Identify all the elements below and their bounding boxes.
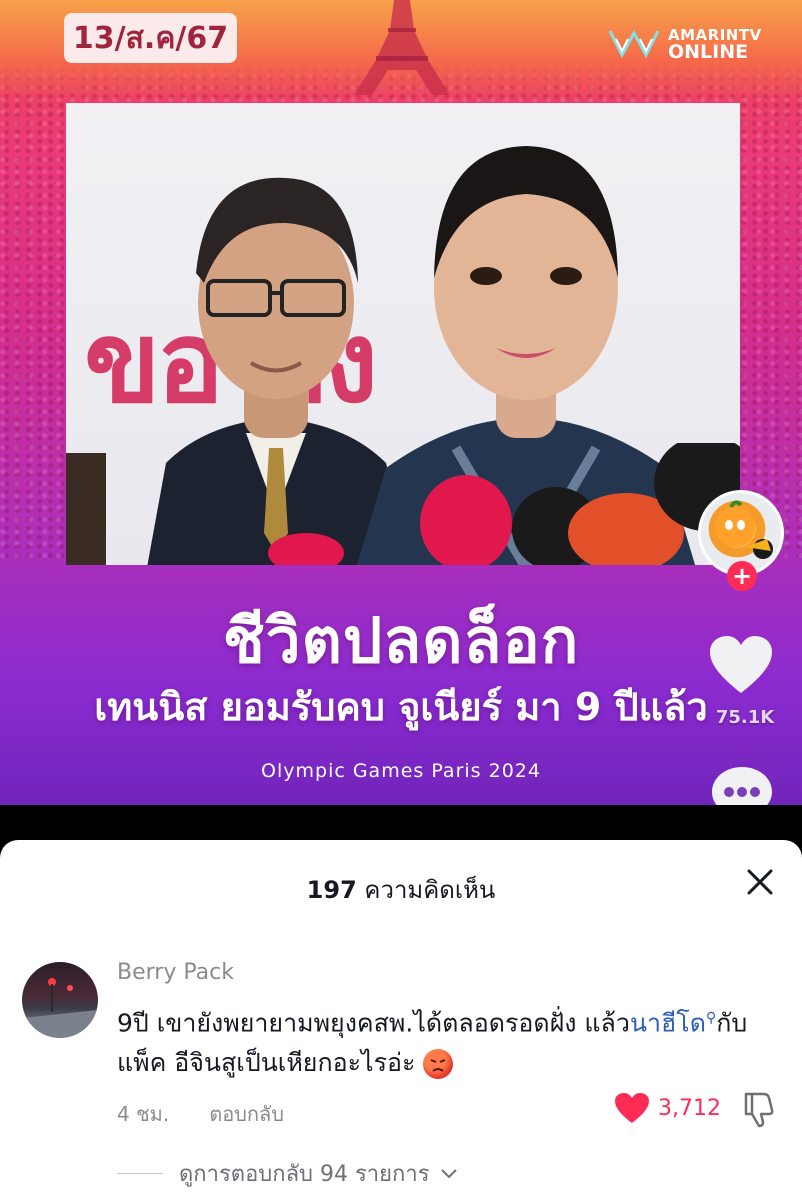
comment-count: 197 [306,876,357,904]
mention-link[interactable]: นาฮีโด [630,1008,706,1037]
commenter-avatar[interactable] [22,962,98,1038]
brand-line-2: ONLINE [668,41,749,63]
plus-icon: + [731,562,753,590]
angry-emoji-icon [423,1049,454,1080]
action-rail: + 75.1K [690,485,800,840]
comment-body: 9ปี เขายังพยายามพยุงคสพ.ได้ตลอดรอดฝั่ง แ… [117,998,789,1083]
microphones [66,443,740,565]
heart-icon[interactable] [708,635,774,695]
view-replies-label: ดูการตอบกลับ 94 รายการ [179,1162,430,1187]
comment-like-count: 3,712 [658,1095,721,1121]
chevron-down-icon [440,1168,457,1178]
divider-line [117,1173,163,1174]
dislike-icon[interactable] [740,1090,778,1128]
eiffel-tower-graphic [354,0,450,95]
view-replies-button[interactable]: ดูการตอบกลับ 94 รายการ [117,1156,458,1191]
comment-count-label: ความคิดเห็น [364,876,496,904]
comment-like-button[interactable]: 3,712 [614,1092,721,1124]
video-player[interactable]: 13/ส.ค/67 AMARINTV ONLINE ขอ ดง [0,0,802,840]
date-badge: 13/ส.ค/67 [64,13,237,63]
video-bottom-band [0,805,802,840]
comment-text-part-1: 9ปี เขายังพยายามพยุงคสพ.ได้ตลอดรอดฝั่ง แ… [117,1008,630,1038]
video-like-count: 75.1K [715,707,775,728]
search-icon[interactable]: ⚲ [706,998,716,1038]
comment-time: 4 ชม. [117,1102,170,1126]
night-street-image [22,978,98,1038]
amarin-logo-icon [608,29,660,59]
comments-header: 197 ความคิดเห็น [0,870,802,909]
news-photo: ขอ ดง [66,103,740,565]
comments-sheet: 197 ความคิดเห็น Berry Pack 9ปี เขายังพยา… [0,840,802,1200]
heart-icon [615,1093,649,1123]
video-title-sub: เทนนิส ยอมรับคบ จูเนียร์ มา 9 ปีแล้ว [94,685,708,729]
commenter-name[interactable]: Berry Pack [117,960,234,985]
video-tagline: Olympic Games Paris 2024 [261,760,541,782]
brand-logo: AMARINTV ONLINE [606,22,786,68]
close-icon[interactable] [744,866,776,898]
comment-meta: 4 ชม. ตอบกลับ [117,1098,284,1130]
reply-button[interactable]: ตอบกลับ [209,1098,284,1130]
follow-plus-button[interactable]: + [727,561,757,591]
